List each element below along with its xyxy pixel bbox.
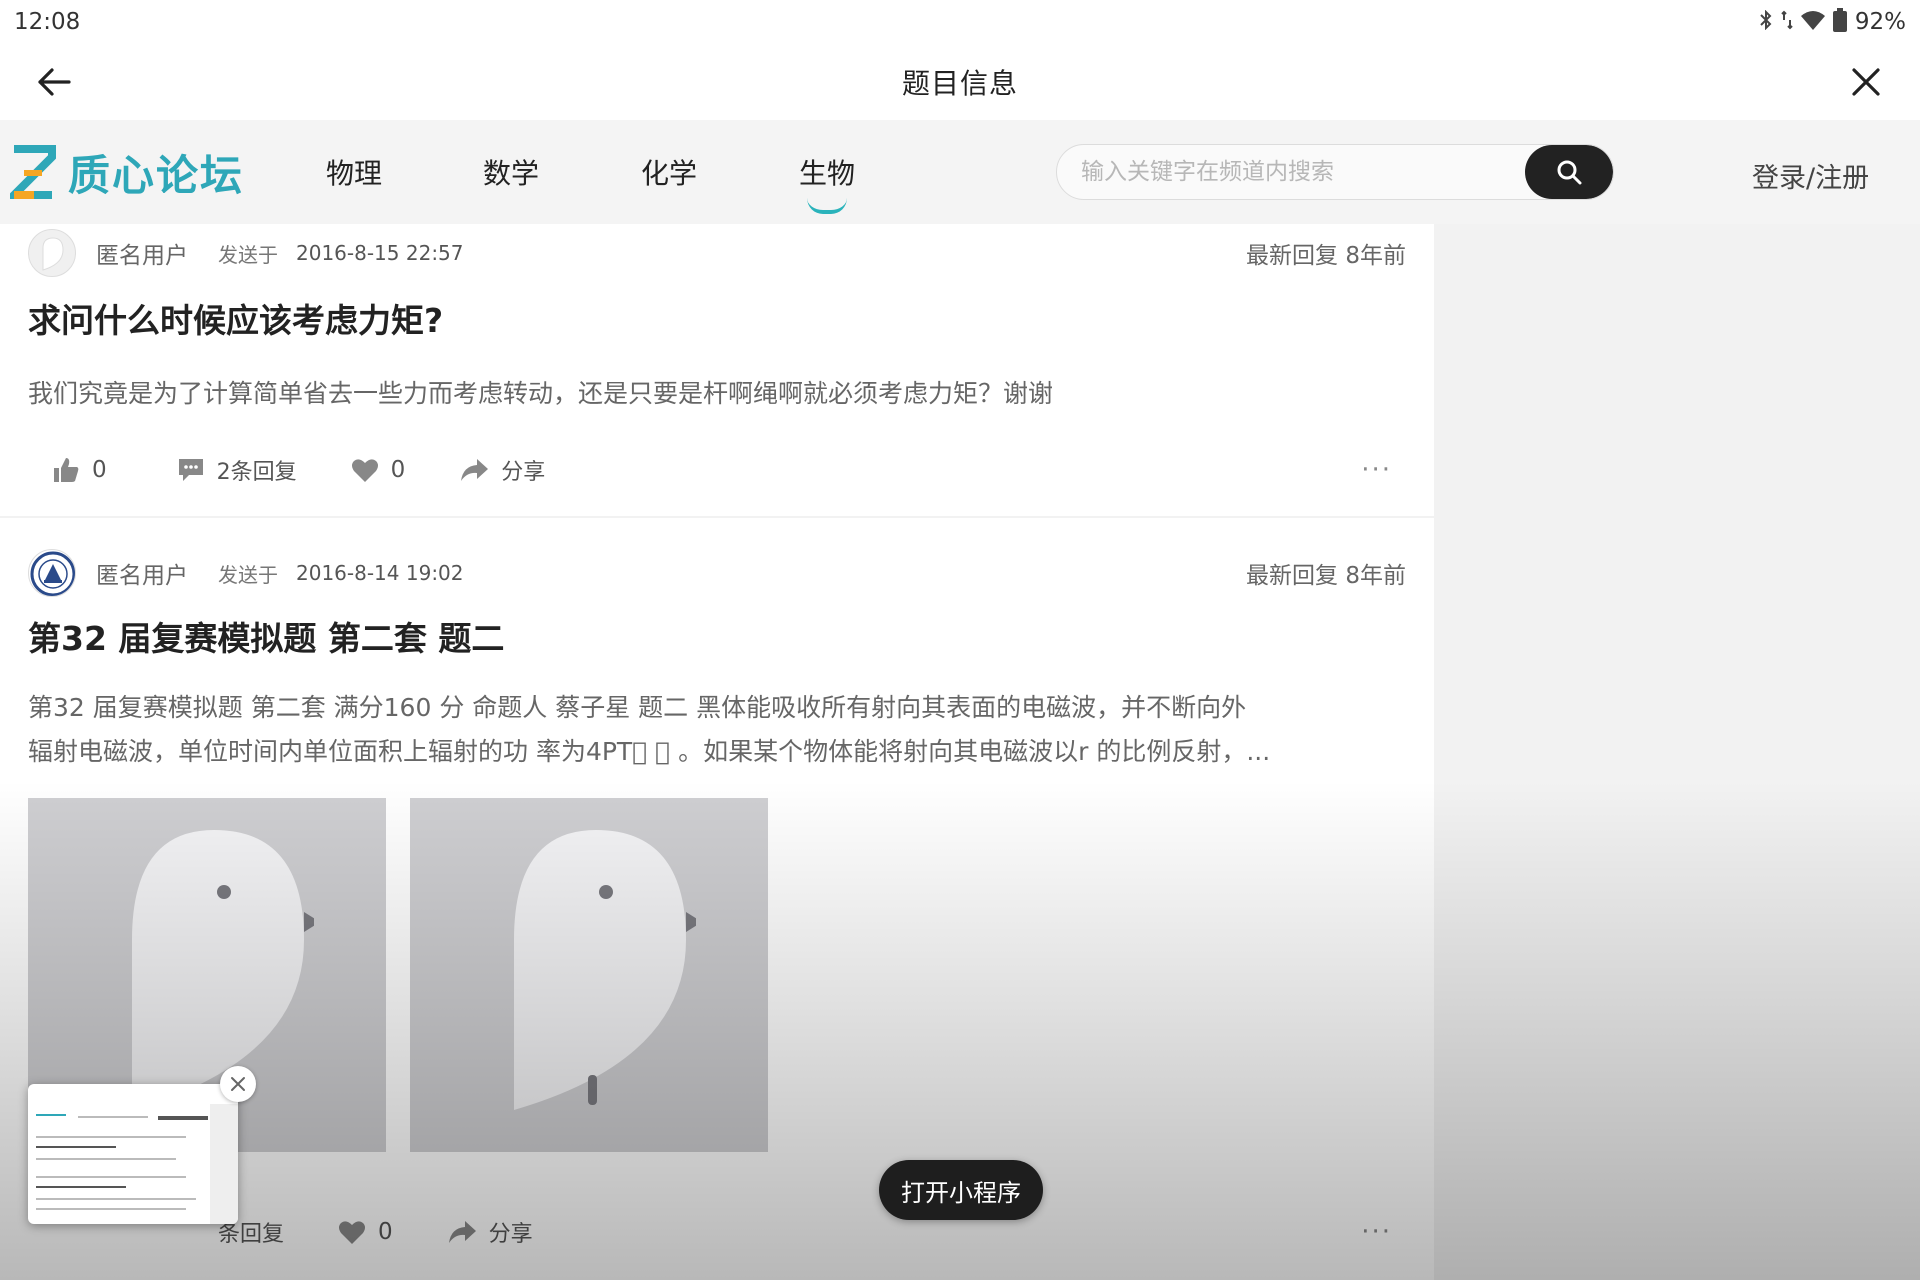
close-icon (1852, 68, 1880, 96)
heart-icon (351, 459, 378, 482)
login-register-link[interactable]: 登录/注册 (1752, 156, 1869, 195)
favorite-count: 0 (378, 1219, 393, 1245)
wifi-icon (1800, 10, 1825, 35)
logo-text: 质心论坛 (68, 150, 245, 200)
battery-icon (1832, 7, 1847, 37)
share-label: 分享 (501, 460, 546, 485)
close-icon (231, 1077, 245, 1091)
comment-icon (178, 459, 203, 481)
close-button[interactable] (1842, 58, 1890, 106)
title-bar: 题目信息 (0, 44, 1920, 120)
more-options-button[interactable]: ··· (1361, 455, 1392, 485)
latest-reply: 最新回复 8年前 (1246, 563, 1406, 589)
share-label: 分享 (488, 1222, 533, 1247)
right-sidebar (1434, 224, 1920, 1280)
sent-label: 发送于 (218, 562, 278, 587)
avatar[interactable] (28, 229, 76, 277)
post-card[interactable]: 匿名用户 发送于 2016-8-15 22:57 最新回复 8年前 求问什么时候… (0, 224, 1434, 516)
bluetooth-icon (1759, 9, 1773, 35)
arrow-left-icon (38, 68, 71, 96)
page-title: 题目信息 (901, 67, 1018, 100)
username[interactable]: 匿名用户 (96, 556, 188, 590)
preview-close-button[interactable] (220, 1066, 256, 1102)
floating-preview-window[interactable] (28, 1084, 238, 1224)
post-image-thumbnail[interactable] (410, 798, 768, 1152)
thumbs-up-icon (54, 458, 79, 482)
status-bar: 12:08 92% (0, 0, 1920, 44)
reply-count: 2条回复 (216, 460, 297, 485)
back-button[interactable] (30, 58, 78, 106)
signal-icon (1781, 10, 1793, 35)
status-icons: 92% (1759, 7, 1906, 37)
post-excerpt[interactable]: 我们究竟是为了计算简单省去一些力而考虑转动，还是只要是杆啊绳啊就必须考虑力矩？谢… (28, 372, 1418, 416)
like-count: 0 (92, 457, 107, 483)
open-mini-program-button[interactable]: 打开小程序 (879, 1160, 1043, 1220)
nav-tab-physics[interactable]: 物理 (326, 152, 382, 192)
latest-reply: 最新回复 8年前 (1246, 243, 1406, 269)
status-time: 12:08 (14, 9, 81, 35)
heart-icon (339, 1221, 366, 1244)
sent-label: 发送于 (218, 242, 278, 267)
logo-mark-icon (4, 145, 56, 199)
post-title[interactable]: 求问什么时候应该考虑力矩? (28, 294, 443, 342)
more-options-button[interactable]: ··· (1361, 1217, 1392, 1247)
post-date: 2016-8-14 19:02 (296, 561, 464, 585)
share-button[interactable]: 分享 (447, 1216, 533, 1248)
bird-placeholder-icon (514, 830, 696, 1110)
search-input[interactable] (1057, 145, 1507, 199)
post-meta: 匿名用户 发送于 2016-8-14 19:02 最新回复 8年前 (28, 548, 1406, 598)
search-icon (1557, 160, 1582, 185)
search-box (1056, 144, 1614, 200)
battery-percent: 92% (1854, 9, 1906, 35)
favorite-button[interactable]: 0 (338, 1219, 393, 1245)
post-meta: 匿名用户 发送于 2016-8-15 22:57 最新回复 8年前 (28, 228, 1406, 278)
nav-tab-biology[interactable]: 生物 (799, 152, 855, 214)
post-excerpt-line-1[interactable]: 第32 届复赛模拟题 第二套 满分160 分 命题人 蔡子星 题二 黑体能吸收所… (28, 686, 1418, 730)
search-button[interactable] (1525, 145, 1613, 199)
favorite-button[interactable]: 0 (351, 457, 406, 483)
post-date: 2016-8-15 22:57 (296, 241, 464, 265)
username[interactable]: 匿名用户 (96, 236, 188, 270)
avatar[interactable] (28, 549, 76, 597)
site-logo[interactable]: 质心论坛 (4, 142, 245, 202)
post-title[interactable]: 第32 届复赛模拟题 第二套 题二 (28, 612, 504, 660)
nav-tab-chemistry[interactable]: 化学 (641, 152, 697, 192)
favorite-count: 0 (390, 457, 406, 483)
share-icon (448, 1221, 476, 1243)
site-header: 质心论坛 物理 数学 化学 生物 登录/注册 (0, 120, 1920, 224)
nav-tab-math[interactable]: 数学 (483, 152, 539, 192)
share-button[interactable]: 分享 (459, 454, 545, 486)
share-icon (461, 459, 489, 481)
reply-button[interactable]: 2条回复 (177, 454, 297, 486)
post-excerpt-line-2[interactable]: 辐射电磁波，单位时间内单位面积上辐射的功 率为4PT⃞ ⃞ 。如果某个物体能将射… (28, 730, 1418, 774)
like-button[interactable]: 0 (52, 456, 107, 484)
post-actions: 0 2条回复 0 分享 ··· (28, 450, 1406, 490)
